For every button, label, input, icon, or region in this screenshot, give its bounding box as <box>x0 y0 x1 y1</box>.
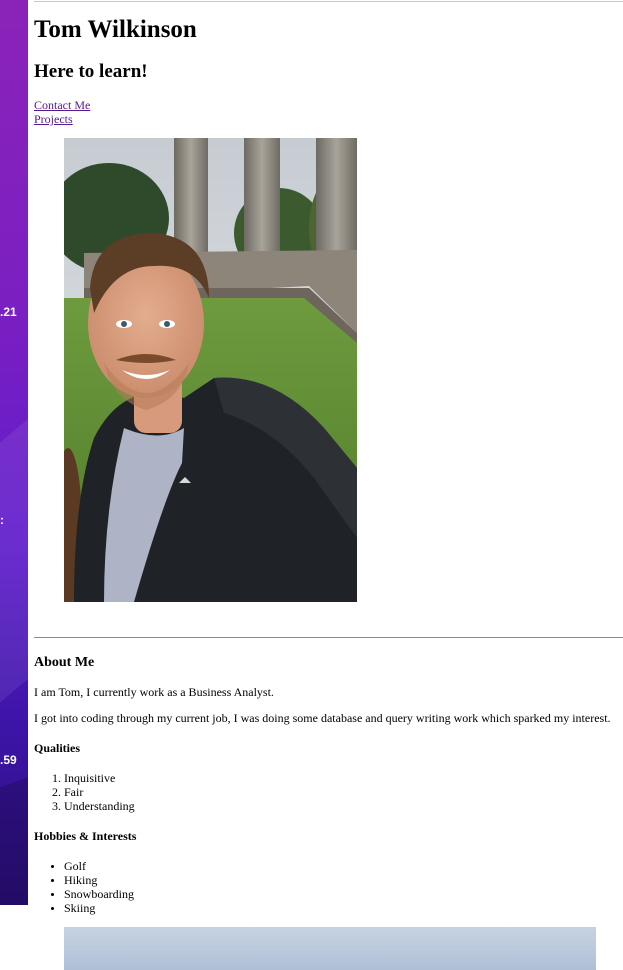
web-page: Tom Wilkinson Here to learn! Contact Me … <box>34 0 623 970</box>
list-item: Hiking <box>64 873 134 887</box>
about-paragraph-2: I got into coding through my current job… <box>34 711 611 725</box>
qualities-heading: Qualities <box>34 741 81 755</box>
hobby-photo <box>64 927 596 970</box>
nav-links: Contact Me Projects <box>34 98 90 126</box>
about-paragraph-1: I am Tom, I currently work as a Business… <box>34 685 274 699</box>
list-item: Fair <box>64 785 135 799</box>
qualities-list: Inquisitive Fair Understanding <box>34 771 135 813</box>
contact-me-link[interactable]: Contact Me <box>34 98 90 112</box>
top-divider <box>34 1 623 2</box>
list-item: Skiing <box>64 901 134 915</box>
background-number-2: : <box>0 513 4 527</box>
list-item: Golf <box>64 859 134 873</box>
hobbies-heading: Hobbies & Interests <box>34 829 137 843</box>
hobbies-list: Golf Hiking Snowboarding Skiing <box>34 859 134 915</box>
section-divider <box>34 637 623 638</box>
page-title: Tom Wilkinson <box>34 16 197 43</box>
profile-photo <box>64 138 357 602</box>
list-item: Snowboarding <box>64 887 134 901</box>
background-window-strip: .21 : .59 <box>0 0 28 905</box>
list-item: Understanding <box>64 799 135 813</box>
page-subtitle: Here to learn! <box>34 61 148 82</box>
about-heading: About Me <box>34 655 95 670</box>
profile-photo-illustration <box>64 138 357 602</box>
list-item: Inquisitive <box>64 771 135 785</box>
screen: .21 : .59 Tom Wilkinson Here to learn! C… <box>0 0 623 970</box>
projects-link[interactable]: Projects <box>34 112 90 126</box>
background-number-3: .59 <box>0 753 17 767</box>
background-number-1: .21 <box>0 305 17 319</box>
